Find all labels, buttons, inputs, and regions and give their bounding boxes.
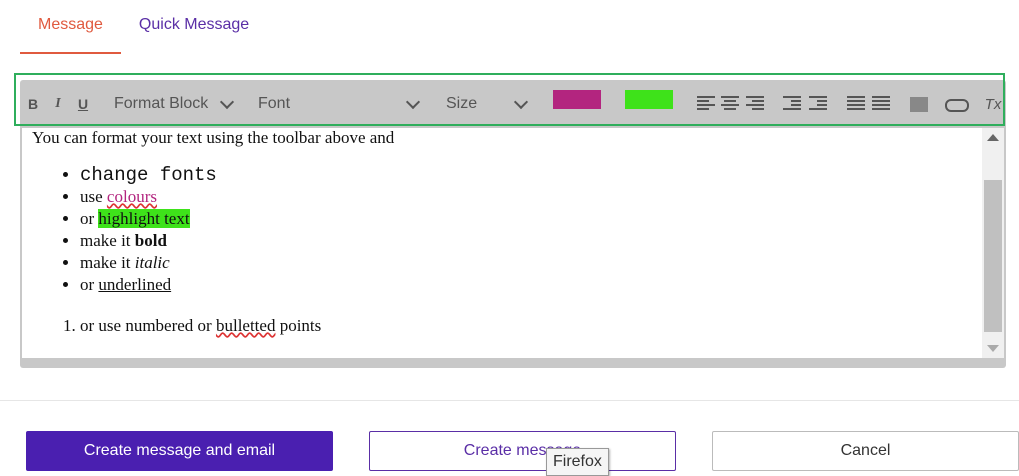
bullet-list-icon[interactable]	[847, 96, 865, 112]
tooltip: Firefox	[546, 448, 609, 476]
font-label: Font	[258, 95, 291, 112]
list-item: make it italic	[80, 252, 217, 274]
intro-text: You can format your text using the toolb…	[32, 128, 395, 147]
numbered-list: or use numbered or bulletted points	[22, 316, 321, 336]
divider	[0, 400, 1019, 401]
rich-text-editor: B I U Format Block Font Size Tx You can …	[20, 80, 1006, 368]
text-color-button[interactable]	[553, 90, 601, 109]
chevron-down-icon	[405, 94, 421, 110]
image-icon[interactable]	[910, 97, 928, 112]
size-dropdown[interactable]: Size	[446, 86, 529, 122]
list-item: or use numbered or bulletted points	[80, 316, 321, 336]
format-block-dropdown[interactable]: Format Block	[114, 86, 240, 122]
create-message-button[interactable]: Create message	[369, 431, 676, 471]
editor-content[interactable]: You can format your text using the toolb…	[22, 128, 982, 358]
italic-button[interactable]: I	[51, 86, 65, 122]
chevron-down-icon	[513, 94, 529, 110]
indent-icon[interactable]	[809, 96, 827, 112]
scroll-thumb[interactable]	[984, 180, 1002, 332]
font-dropdown[interactable]: Font	[258, 86, 424, 122]
link-icon[interactable]	[945, 99, 969, 112]
list-item: use colours	[80, 186, 217, 208]
format-block-label: Format Block	[114, 95, 209, 112]
scroll-up-icon[interactable]	[987, 134, 999, 141]
list-item: or highlight text	[80, 208, 217, 230]
create-message-and-email-button[interactable]: Create message and email	[26, 431, 333, 471]
outdent-icon[interactable]	[783, 96, 801, 112]
underline-button[interactable]: U	[76, 86, 90, 122]
editor-toolbar: B I U Format Block Font Size Tx	[20, 86, 1006, 122]
tab-message[interactable]: Message	[20, 0, 121, 54]
bullet-list: change fonts use colours or highlight te…	[22, 164, 217, 296]
chevron-down-icon	[219, 94, 235, 110]
list-item: change fonts	[80, 164, 217, 186]
scroll-down-icon[interactable]	[987, 345, 999, 352]
tab-bar: Message Quick Message	[20, 0, 267, 54]
align-right-icon[interactable]	[746, 96, 764, 112]
align-center-icon[interactable]	[721, 96, 739, 112]
align-left-icon[interactable]	[697, 96, 715, 112]
highlight-color-button[interactable]	[625, 90, 673, 109]
tab-quick-message[interactable]: Quick Message	[121, 0, 267, 54]
list-item: or underlined	[80, 274, 217, 296]
bold-button[interactable]: B	[26, 86, 40, 122]
numbered-list-icon[interactable]	[872, 96, 890, 112]
editor-scrollbar[interactable]	[982, 128, 1004, 358]
cancel-button[interactable]: Cancel	[712, 431, 1019, 471]
clear-format-icon[interactable]: Tx	[983, 86, 1003, 122]
size-label: Size	[446, 95, 478, 112]
list-item: make it bold	[80, 230, 217, 252]
